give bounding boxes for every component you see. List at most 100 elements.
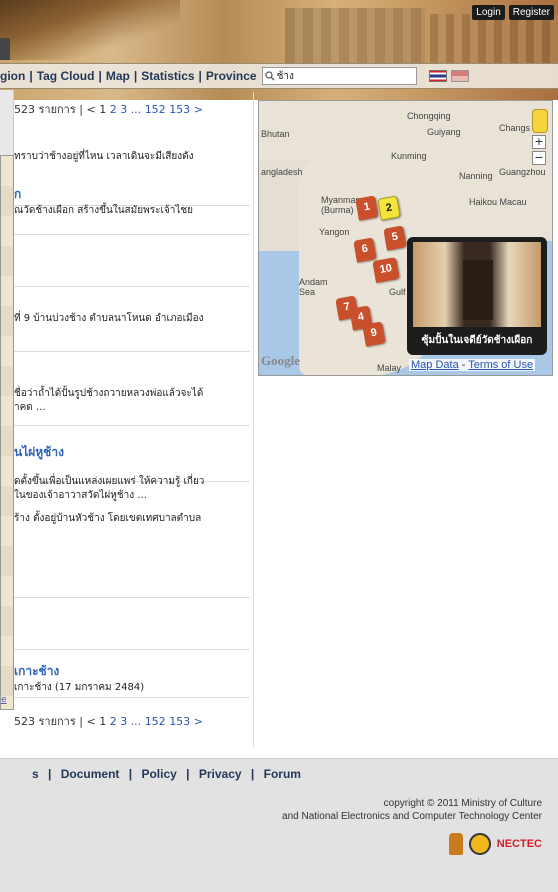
list-item[interactable] <box>14 237 250 287</box>
page-link-1[interactable]: 1 <box>99 103 106 116</box>
map-marker[interactable]: 9 <box>362 321 386 347</box>
thai-flag-icon[interactable] <box>428 70 447 82</box>
map-view[interactable]: Chongqing Guiyang Changs Bhutan anglades… <box>258 100 553 376</box>
footer-link[interactable]: s <box>32 767 39 781</box>
map-label: Andam Sea <box>299 277 328 297</box>
map-label: Guiyang <box>427 127 461 137</box>
popup-caption[interactable]: ซุ้มปั้นในเจดีย์วัดช้างเผือก <box>410 333 544 348</box>
list-item[interactable] <box>14 600 250 650</box>
left-panel-link[interactable]: e <box>1 695 7 705</box>
nectec-logo: NECTEC <box>496 838 542 850</box>
search-value: ช้าง <box>276 70 294 82</box>
nav-item-statistics[interactable]: Statistics <box>141 69 194 83</box>
list-item[interactable]: นไผ่หูช้าง ดตั้งขึ้นเพื่อเป็นแหล่งเผยแพร… <box>14 430 250 501</box>
google-logo: Google <box>261 353 300 368</box>
copyright-line-1: copyright © 2011 Ministry of Culture <box>383 798 542 809</box>
english-flag-icon[interactable] <box>450 70 469 82</box>
footer-link-privacy[interactable]: Privacy <box>199 767 242 781</box>
nav-item-map[interactable]: Map <box>106 69 130 83</box>
map-info-popup[interactable]: ซุ้มปั้นในเจดีย์วัดช้างเผือก <box>407 237 547 355</box>
page-link-152[interactable]: 152 <box>145 103 166 116</box>
footer-separator: | <box>250 767 255 781</box>
list-item[interactable]: ชื่อว่าถ้ำได้ปั้นรูปช้างถวายหลวงพ่อแล้วจ… <box>14 374 250 426</box>
banner-building <box>285 8 425 64</box>
copyright-text: copyright © 2011 Ministry of Culture and… <box>282 797 542 823</box>
nav-separator: | <box>133 69 138 83</box>
list-item[interactable]: เกาะช้าง เกาะช้าง (17 มกราคม 2484) <box>14 662 250 698</box>
pager-count: 523 รายการ | < <box>14 715 96 728</box>
map-marker[interactable]: 2 <box>377 195 401 221</box>
map-label: Kunming <box>391 151 427 161</box>
nav-item-province[interactable]: Province <box>206 69 257 83</box>
banner-decoration <box>0 0 180 60</box>
culture-logo-icon <box>468 833 491 855</box>
footer-links: s | Document | Policy | Privacy | Forum <box>32 767 301 781</box>
auth-bar: Login Register <box>472 5 554 20</box>
nav-item-tag-cloud[interactable]: Tag Cloud <box>37 69 95 83</box>
search-icon <box>265 71 275 81</box>
map-data-link[interactable]: Map Data <box>411 359 459 371</box>
result-description: ชื่อว่าถ้ำได้ปั้นรูปช้างถวายหลวงพ่อแล้วจ… <box>14 388 204 413</box>
map-label: Changs <box>499 123 531 133</box>
page-link-3[interactable]: 3 <box>120 103 127 116</box>
page-next[interactable]: > <box>194 103 203 116</box>
result-title[interactable]: ก <box>14 185 250 204</box>
page-link-152[interactable]: 152 <box>145 715 166 728</box>
page-link-3[interactable]: 3 <box>120 715 127 728</box>
banner-building-2 <box>430 14 558 64</box>
map-marker[interactable]: 10 <box>372 257 400 283</box>
register-button[interactable]: Register <box>508 5 554 20</box>
pager-count: 523 รายการ | < <box>14 103 96 116</box>
map-label: Bhutan <box>261 129 290 139</box>
column-divider <box>253 92 254 747</box>
page-link-1[interactable]: 1 <box>99 715 106 728</box>
map-marker[interactable]: 5 <box>383 225 407 251</box>
result-description: เกาะช้าง (17 มกราคม 2484) <box>14 682 145 693</box>
footer-link-forum[interactable]: Forum <box>264 767 301 781</box>
list-item[interactable]: ร้าง ตั้งอยู่บ้านหัวช้าง โดยเขตเทศบาลตำบ… <box>14 512 250 598</box>
nav-separator: | <box>198 69 202 83</box>
nav-separator: | <box>29 69 33 83</box>
popup-photo[interactable] <box>413 242 541 327</box>
list-item[interactable]: ก ณวัดช้างเผือก สร้างขึ้นในสมัยพระเจ้าไช… <box>14 185 250 235</box>
footer-separator: | <box>186 767 190 781</box>
nav-item-region[interactable]: gion <box>0 69 25 83</box>
login-button[interactable]: Login <box>472 5 505 20</box>
result-description: ดตั้งขึ้นเพื่อเป็นแหล่งเผยแพร่ ให้ความรู… <box>14 476 205 501</box>
result-description: ที่ 9 บ้านบ่วงช้าง ตำบลนาโหนด อำเภอเมือง <box>14 313 204 324</box>
zoom-out-button[interactable]: − <box>532 151 546 165</box>
page-link-153[interactable]: 153 <box>169 103 190 116</box>
footer-separator: | <box>48 767 52 781</box>
ministry-logo-icon <box>448 833 463 855</box>
map-label: Yangon <box>319 227 350 237</box>
map-attribution-separator: - <box>461 359 466 371</box>
street-view-icon[interactable] <box>532 109 548 133</box>
map-label: Chongqing <box>407 111 451 121</box>
footer-separator: | <box>128 767 133 781</box>
page-link-2[interactable]: 2 <box>110 103 117 116</box>
zoom-in-button[interactable]: + <box>532 135 546 149</box>
footer-link-document[interactable]: Document <box>61 767 120 781</box>
list-item[interactable]: ที่ 9 บ้านบ่วงช้าง ตำบลนาโหนด อำเภอเมือง <box>14 312 250 352</box>
map-label: angladesh <box>261 167 303 177</box>
map-label: Guangzhou <box>499 167 546 177</box>
result-description: ร้าง ตั้งอยู่บ้านหัวช้าง โดยเขตเทศบาลตำบ… <box>14 513 202 524</box>
result-title[interactable]: นไผ่หูช้าง <box>14 443 250 462</box>
footer-logos: NECTEC <box>448 833 542 855</box>
left-panel-tab[interactable] <box>0 38 10 60</box>
page-link-2[interactable]: 2 <box>110 715 117 728</box>
left-map-preview[interactable] <box>0 155 14 710</box>
map-label: Malay <box>377 363 402 373</box>
page-dots: ... <box>130 715 142 728</box>
page-dots: ... <box>130 103 142 116</box>
page-link-153[interactable]: 153 <box>169 715 190 728</box>
footer-link-policy[interactable]: Policy <box>141 767 176 781</box>
terms-of-use-link[interactable]: Terms of Use <box>468 359 533 371</box>
page-next[interactable]: > <box>194 715 203 728</box>
search-input[interactable]: ช้าง <box>261 67 417 85</box>
map-marker[interactable]: 1 <box>355 195 379 221</box>
map-zoom-control: + − <box>532 109 548 165</box>
nav-separator: | <box>98 69 102 83</box>
result-title[interactable]: เกาะช้าง <box>14 662 250 681</box>
map-marker[interactable]: 6 <box>353 237 377 263</box>
